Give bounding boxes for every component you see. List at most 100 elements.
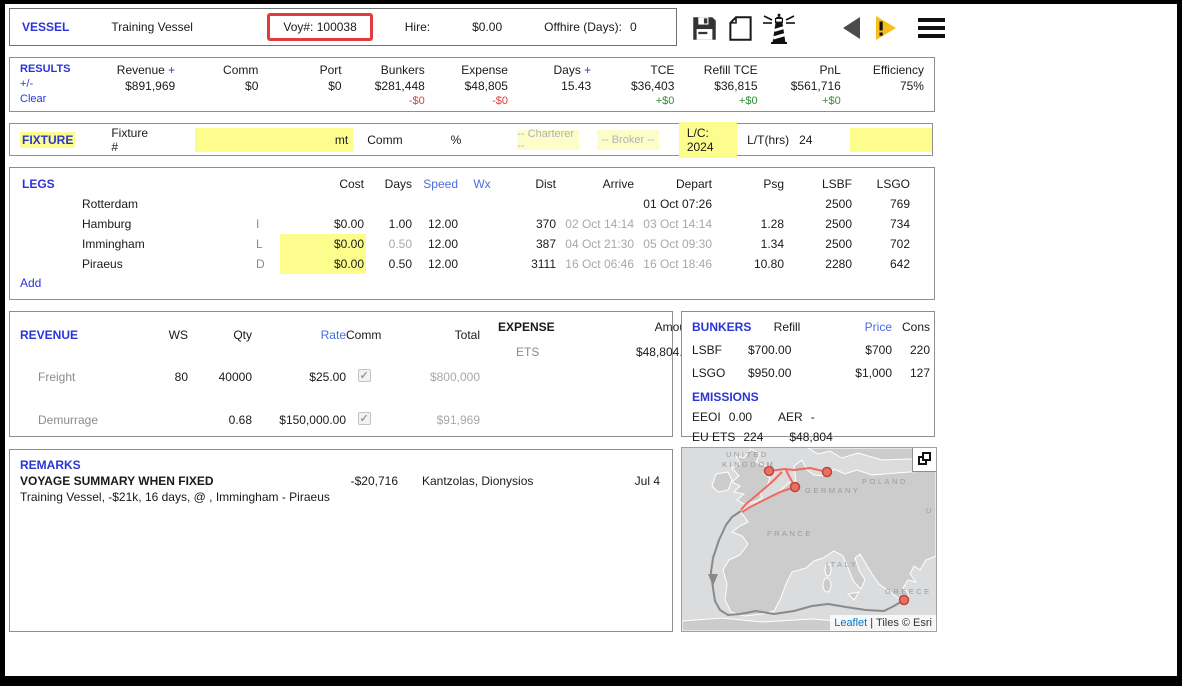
legs-header-lsbf: LSBF <box>786 174 854 194</box>
revenue-header-qty: Qty <box>188 328 252 342</box>
leg-days[interactable]: 0.50 <box>366 234 414 254</box>
remarks-panel: REMARKS VOYAGE SUMMARY WHEN FIXED -$20,7… <box>9 449 673 632</box>
results-col-bunkers: Bunkers $281,448 -$0 <box>342 62 425 111</box>
map-marker[interactable] <box>791 483 800 492</box>
col-plus[interactable]: + <box>584 63 591 77</box>
remark-entry[interactable]: VOYAGE SUMMARY WHEN FIXED -$20,716 Kantz… <box>20 474 660 488</box>
offhire-value[interactable]: 0 <box>630 20 637 34</box>
map-label-kingdom: KINGDOM <box>722 460 775 469</box>
lsgo-price[interactable]: $1,000 <box>826 366 892 380</box>
vessel-bar: VESSEL Training Vessel Voy#: 100038 Hire… <box>9 8 677 46</box>
leg-cost[interactable]: $0.00 <box>280 214 366 234</box>
map-marker[interactable] <box>900 596 909 605</box>
leg-arrive: 04 Oct 21:30 <box>558 234 636 254</box>
leg-depart[interactable]: 01 Oct 07:26 <box>636 194 714 214</box>
freight-label: Freight <box>20 370 146 384</box>
map-label-united: UNITED <box>726 450 769 459</box>
leaflet-link[interactable]: Leaflet <box>834 617 867 629</box>
leg-lsgo[interactable]: 642 <box>854 254 912 274</box>
bunkers-title: BUNKERS <box>692 320 748 334</box>
col-value: 75% <box>841 78 924 94</box>
col-label: PnL <box>758 62 841 78</box>
leg-days[interactable]: 1.00 <box>366 214 414 234</box>
lsbf-refill[interactable]: $700.00 <box>748 343 826 357</box>
results-plusminus-link[interactable]: +/- <box>20 77 92 92</box>
col-label: Efficiency <box>841 62 924 78</box>
results-col-port: Port $0 <box>258 62 341 111</box>
col-label: Refill TCE <box>674 62 757 78</box>
laycan-field[interactable]: L/C: 2024 <box>679 122 737 158</box>
new-document-icon[interactable] <box>728 15 753 42</box>
legs-header-psg: Psg <box>714 174 786 194</box>
charterer-select[interactable]: -- Charterer -- <box>517 130 579 150</box>
leg-lsbf[interactable]: 2500 <box>786 194 854 214</box>
laytime-value[interactable]: 24 <box>799 133 812 147</box>
alert-icon[interactable] <box>874 15 898 41</box>
col-delta: +$0 <box>591 94 674 109</box>
results-panel: RESULTS +/- Clear Revenue + $891,969 Com… <box>9 57 935 112</box>
offhire-label: Offhire (Days): <box>544 20 622 34</box>
lsgo-refill[interactable]: $950.00 <box>748 366 826 380</box>
leg-lsgo[interactable]: 702 <box>854 234 912 254</box>
vessel-name-field[interactable]: Training Vessel <box>111 20 261 34</box>
col-value: $891,969 <box>92 78 175 94</box>
menu-icon[interactable] <box>918 18 945 38</box>
fixture-extra-input[interactable] <box>850 128 932 152</box>
demurrage-qty[interactable]: 0.68 <box>188 413 252 427</box>
route-map[interactable]: UNITED KINGDOM POLAND GERMANY FRANCE ITA… <box>681 447 937 632</box>
euets-label: EU ETS <box>692 430 735 444</box>
leg-port-link[interactable]: Rotterdam <box>20 194 254 214</box>
freight-comm-checkbox[interactable] <box>358 369 371 382</box>
map-marker[interactable] <box>823 468 832 477</box>
col-label: Comm <box>175 62 258 78</box>
leg-speed[interactable]: 12.00 <box>414 254 460 274</box>
legs-header-dist: Dist <box>504 174 558 194</box>
col-value: $36,403 <box>591 78 674 94</box>
map-label-germany: GERMANY <box>805 486 860 495</box>
leg-days[interactable]: 0.50 <box>366 254 414 274</box>
freight-rate[interactable]: $25.00 <box>252 370 346 384</box>
leg-port-link[interactable]: Piraeus <box>20 254 254 274</box>
euets-cost: $48,804 <box>789 430 832 444</box>
fixture-quantity-input[interactable]: mt <box>195 128 353 152</box>
freight-ws[interactable]: 80 <box>146 370 188 384</box>
ets-amount[interactable]: $48,804.50 <box>580 345 696 359</box>
demurrage-rate[interactable]: $150,000.00 <box>252 413 346 427</box>
vessel-section-link[interactable]: VESSEL <box>22 20 69 34</box>
leg-lsbf[interactable]: 2500 <box>786 234 854 254</box>
leg-cost[interactable]: $0.00 <box>280 234 366 254</box>
bunkers-header-refill: Refill <box>748 320 826 334</box>
leg-lsbf[interactable]: 2280 <box>786 254 854 274</box>
leg-cost[interactable]: $0.00 <box>280 254 366 274</box>
leg-depart: 03 Oct 14:14 <box>636 214 714 234</box>
legs-table: LEGS Cost Days Speed Wx Dist Arrive Depa… <box>20 174 934 274</box>
leg-port-link[interactable]: Immingham <box>20 234 254 254</box>
save-icon[interactable] <box>691 15 718 42</box>
hire-value[interactable]: $0.00 <box>472 20 502 34</box>
leg-speed[interactable]: 12.00 <box>414 234 460 254</box>
results-clear-link[interactable]: Clear <box>20 92 92 107</box>
bunkers-header-price[interactable]: Price <box>826 320 892 334</box>
voyage-number-field[interactable]: Voy#: 100038 <box>267 13 372 41</box>
leg-lsgo[interactable]: 769 <box>854 194 912 214</box>
leg-speed[interactable]: 12.00 <box>414 214 460 234</box>
freight-qty[interactable]: 40000 <box>188 370 252 384</box>
add-leg-link[interactable]: Add <box>20 276 934 290</box>
legs-header-speed[interactable]: Speed <box>414 174 460 194</box>
legs-header-wx[interactable]: Wx <box>460 174 504 194</box>
leg-lsbf[interactable]: 2500 <box>786 214 854 234</box>
lighthouse-icon[interactable] <box>761 12 797 44</box>
col-plus[interactable]: + <box>168 63 175 77</box>
legs-panel: LEGS Cost Days Speed Wx Dist Arrive Depa… <box>9 167 935 300</box>
leg-dist: 370 <box>504 214 558 234</box>
leg-port-link[interactable]: Hamburg <box>20 214 254 234</box>
map-expand-button[interactable] <box>912 448 936 472</box>
lsbf-price[interactable]: $700 <box>826 343 892 357</box>
revenue-header-rate[interactable]: Rate <box>252 328 346 342</box>
broker-select[interactable]: -- Broker -- <box>597 130 659 150</box>
demurrage-comm-checkbox[interactable] <box>358 412 371 425</box>
results-title: RESULTS <box>20 62 92 77</box>
map-attribution: Leaflet | Tiles © Esri <box>830 615 936 631</box>
leg-lsgo[interactable]: 734 <box>854 214 912 234</box>
back-icon[interactable] <box>843 17 860 39</box>
